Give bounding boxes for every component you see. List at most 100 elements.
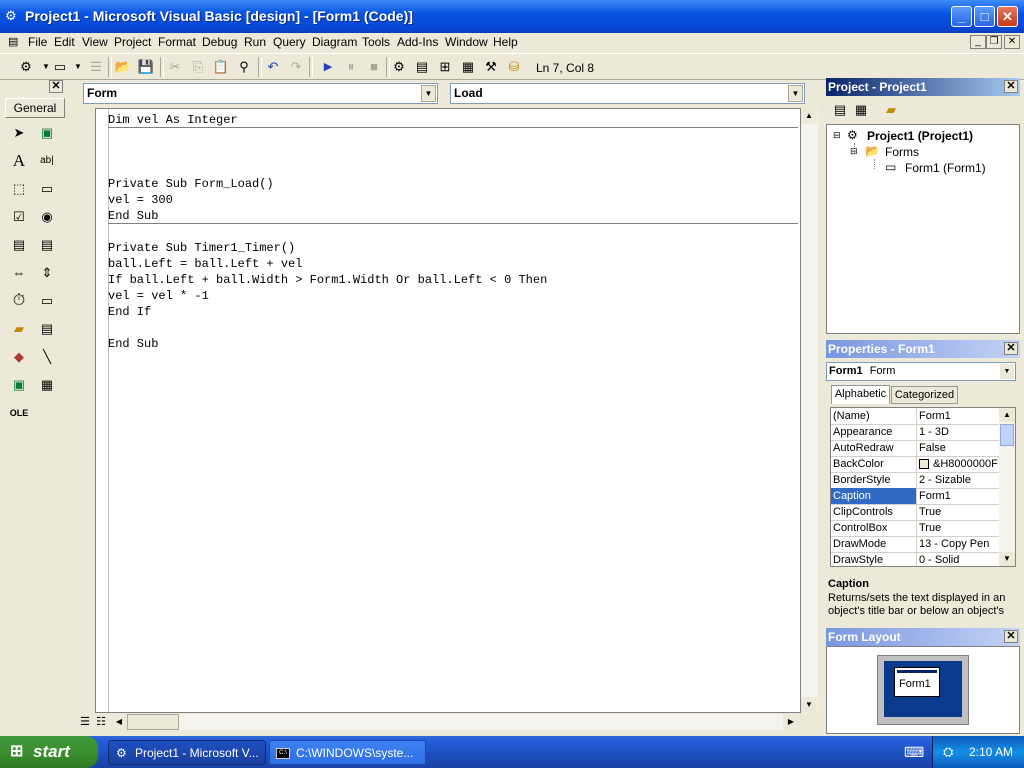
commandbutton-tool-icon[interactable]: ▭ [36, 178, 58, 200]
network-icon[interactable]: ⛭ [943, 744, 953, 760]
menu-project[interactable]: Project [114, 35, 151, 49]
collapse-icon[interactable]: ⊟ [850, 146, 858, 157]
tree-form1[interactable]: Form1 (Form1) [905, 161, 986, 175]
toolbox-close-button[interactable]: ✕ [49, 80, 63, 93]
scroll-left-icon[interactable]: ◀ [111, 714, 127, 730]
save-icon[interactable]: 💾 [136, 57, 156, 77]
property-row[interactable]: DrawStyle 0 - Solid [831, 552, 999, 566]
start-icon[interactable]: ▶ [318, 57, 338, 77]
start-button[interactable]: ⊞ start [0, 736, 98, 768]
code-line[interactable]: vel = vel * -1 [108, 289, 209, 303]
form-layout-panel-title[interactable]: Form Layout [826, 628, 1020, 646]
procedure-view-icon[interactable]: ☰ [77, 714, 93, 730]
property-value[interactable]: &H8000000F [933, 456, 999, 472]
chevron-down-icon[interactable]: ▼ [421, 85, 436, 102]
mdi-close-button[interactable]: ✕ [1004, 35, 1020, 49]
menu-debug[interactable]: Debug [202, 35, 237, 49]
tree-project-root[interactable]: Project1 (Project1) [867, 129, 973, 143]
form-preview[interactable]: Form1 [894, 667, 940, 697]
document-icon[interactable]: ▤ [8, 35, 18, 48]
property-value[interactable]: 2 - Sizable [919, 472, 997, 488]
property-row-selected[interactable]: Caption Form1 [831, 488, 999, 505]
scroll-up-icon[interactable]: ▲ [801, 108, 817, 124]
code-line[interactable]: vel = 300 [108, 193, 173, 207]
menu-query[interactable]: Query [273, 35, 306, 49]
mdi-restore-button[interactable]: ❐ [986, 35, 1002, 49]
add-form-icon[interactable]: ▭ [50, 57, 70, 77]
property-row[interactable]: DrawMode 13 - Copy Pen [831, 536, 999, 553]
image-tool-icon[interactable]: ▣ [8, 374, 30, 396]
menu-help[interactable]: Help [493, 35, 518, 49]
view-object-icon[interactable]: ▦ [851, 100, 871, 120]
listbox-tool-icon[interactable]: ▤ [36, 234, 58, 256]
collapse-icon[interactable]: ⊟ [833, 130, 841, 141]
vb-app-icon[interactable]: ⚙ [5, 8, 21, 24]
menu-diagram[interactable]: Diagram [312, 35, 357, 49]
chevron-down-icon[interactable]: ▼ [1000, 364, 1014, 379]
scroll-thumb[interactable] [1000, 424, 1014, 446]
dirlistbox-tool-icon[interactable]: ▰ [8, 318, 30, 340]
toolbox-tab-general[interactable]: General [5, 98, 65, 118]
textbox-tool-icon[interactable]: ab| [36, 150, 58, 172]
tab-categorized[interactable]: Categorized [891, 386, 958, 404]
timer-tool-icon[interactable]: ⏱ [8, 290, 30, 312]
property-row[interactable]: AutoRedraw False [831, 440, 999, 457]
checkbox-tool-icon[interactable]: ☑ [8, 206, 30, 228]
view-code-icon[interactable]: ▤ [830, 100, 850, 120]
data-tool-icon[interactable]: ▦ [36, 374, 58, 396]
menu-format[interactable]: Format [158, 35, 196, 49]
property-row[interactable]: BackColor &H8000000F [831, 456, 999, 473]
picturebox-tool-icon[interactable]: ▣ [36, 122, 58, 144]
procedure-combo[interactable]: Load ▼ [450, 83, 805, 104]
combobox-tool-icon[interactable]: ▤ [8, 234, 30, 256]
properties-scrollbar[interactable]: ▲ ▼ [999, 408, 1015, 566]
properties-window-icon[interactable]: ▤ [412, 57, 432, 77]
property-value[interactable]: True [919, 520, 997, 536]
property-value[interactable]: 1 - 3D [919, 424, 997, 440]
filelistbox-tool-icon[interactable]: ▤ [36, 318, 58, 340]
scroll-down-icon[interactable]: ▼ [801, 697, 817, 713]
keyboard-icon[interactable]: ⌨ [904, 744, 924, 761]
title-bar[interactable]: ⚙ Project1 - Microsoft Visual Basic [des… [0, 0, 1024, 33]
object-browser-icon[interactable]: ▦ [458, 57, 478, 77]
code-line[interactable]: End Sub [108, 337, 158, 351]
horizontal-scroll-thumb[interactable] [127, 714, 179, 730]
vertical-scrollbar[interactable]: ▲ ▼ [801, 108, 818, 713]
object-combo[interactable]: Form ▼ [83, 83, 438, 104]
menu-file[interactable]: File [28, 35, 47, 49]
form-layout-icon[interactable]: ⊞ [435, 57, 455, 77]
code-editor[interactable]: Dim vel As Integer Private Sub Form_Load… [95, 108, 801, 713]
menu-window[interactable]: Window [445, 35, 488, 49]
form-layout-close-button[interactable]: ✕ [1004, 630, 1018, 643]
full-module-view-icon[interactable]: ☷ [93, 714, 109, 730]
undo-icon[interactable]: ↶ [263, 57, 283, 77]
menu-editor-icon[interactable]: ☰ [86, 57, 106, 77]
maximize-button[interactable]: □ [974, 6, 995, 27]
property-row[interactable]: Appearance 1 - 3D [831, 424, 999, 441]
optionbutton-tool-icon[interactable]: ◉ [36, 206, 58, 228]
menu-edit[interactable]: Edit [54, 35, 75, 49]
property-value[interactable]: 0 - Solid [919, 552, 997, 566]
menu-add-ins[interactable]: Add-Ins [397, 35, 438, 49]
tab-alphabetic[interactable]: Alphabetic [831, 385, 890, 404]
frame-tool-icon[interactable]: ⬚ [8, 178, 30, 200]
code-line[interactable]: Private Sub Form_Load() [108, 177, 274, 191]
mdi-minimize-button[interactable]: _ [970, 35, 986, 49]
find-icon[interactable]: ⚲ [234, 57, 254, 77]
add-project-icon[interactable]: ⚙ [16, 57, 36, 77]
property-row[interactable]: ControlBox True [831, 520, 999, 537]
pointer-tool-icon[interactable]: ➤ [8, 122, 30, 144]
properties-panel-close-button[interactable]: ✕ [1004, 342, 1018, 355]
code-line[interactable]: Dim vel As Integer [108, 113, 238, 127]
toolbox-icon[interactable]: ⚒ [481, 57, 501, 77]
paste-icon[interactable]: 📋 [211, 57, 231, 77]
open-project-icon[interactable]: 📂 [113, 57, 133, 77]
property-value[interactable]: True [919, 504, 997, 520]
project-panel-close-button[interactable]: ✕ [1004, 80, 1018, 93]
property-value[interactable]: 13 - Copy Pen [919, 536, 997, 552]
tree-forms-folder[interactable]: Forms [885, 145, 919, 159]
property-row[interactable]: (Name) Form1 [831, 408, 999, 425]
hscrollbar-tool-icon[interactable]: ⇔ [8, 262, 30, 284]
property-value[interactable]: False [919, 440, 997, 456]
chevron-down-icon[interactable]: ▼ [68, 57, 88, 77]
